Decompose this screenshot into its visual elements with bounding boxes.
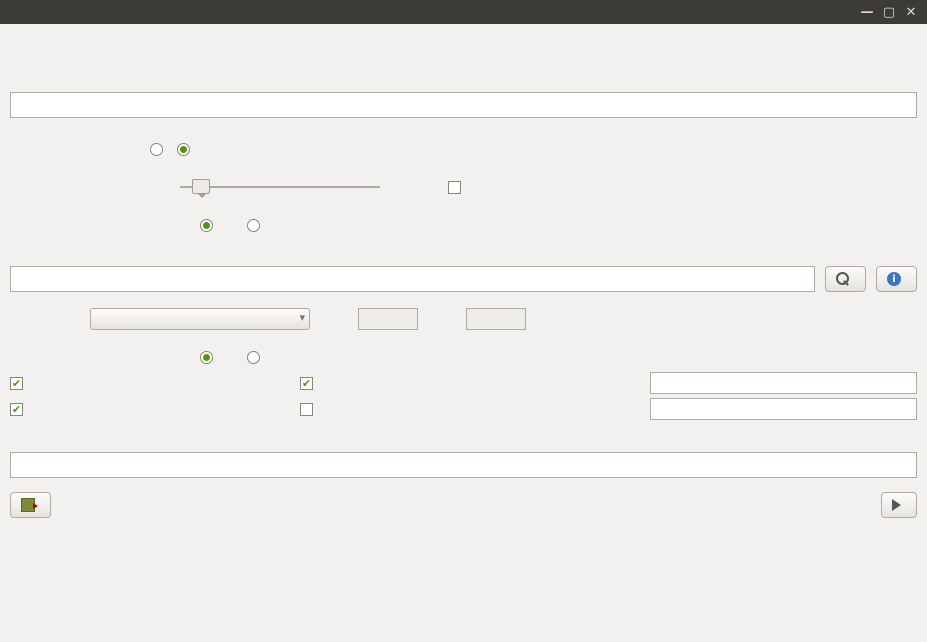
check-recursive[interactable] bbox=[300, 377, 520, 390]
checkbox-icon bbox=[10, 377, 23, 390]
radio-list-based[interactable] bbox=[200, 219, 217, 232]
slider-thumb-icon[interactable] bbox=[192, 179, 210, 194]
radio-get-only[interactable] bbox=[150, 143, 167, 156]
checkbox-icon bbox=[448, 181, 461, 194]
menu-bar bbox=[0, 24, 927, 48]
radio-url-fuzz[interactable] bbox=[247, 351, 264, 364]
radio-dot-icon bbox=[177, 143, 190, 156]
radio-dot-icon bbox=[200, 351, 213, 364]
file-ext-input[interactable] bbox=[650, 398, 917, 420]
checkbox-icon bbox=[300, 377, 313, 390]
radio-dot-icon bbox=[150, 143, 163, 156]
start-button[interactable] bbox=[881, 492, 917, 518]
min-length-input[interactable] bbox=[358, 308, 418, 330]
target-url-input[interactable] bbox=[10, 92, 917, 118]
radio-dot-icon bbox=[247, 351, 260, 364]
title-bar: — ▢ ✕ bbox=[0, 0, 927, 24]
exit-icon bbox=[21, 498, 35, 512]
check-blank-ext[interactable] bbox=[300, 403, 520, 416]
maximize-button[interactable]: ▢ bbox=[881, 4, 897, 20]
charset-combo[interactable] bbox=[90, 308, 310, 330]
dir-start-input[interactable] bbox=[650, 372, 917, 394]
radio-standard-start[interactable] bbox=[200, 351, 217, 364]
check-bf-files[interactable] bbox=[10, 403, 290, 416]
browse-button[interactable] bbox=[825, 266, 866, 292]
search-icon bbox=[836, 272, 850, 286]
radio-auto-switch[interactable] bbox=[177, 143, 194, 156]
checkbox-icon bbox=[300, 403, 313, 416]
minimize-button[interactable]: — bbox=[859, 4, 875, 20]
url-fuzz-input[interactable] bbox=[10, 452, 917, 478]
radio-dot-icon bbox=[200, 219, 213, 232]
checkbox-icon bbox=[10, 403, 23, 416]
radio-pure-brute[interactable] bbox=[247, 219, 264, 232]
list-info-button[interactable]: i bbox=[876, 266, 917, 292]
max-length-input[interactable] bbox=[466, 308, 526, 330]
threads-slider[interactable] bbox=[180, 179, 380, 195]
exit-button[interactable] bbox=[10, 492, 51, 518]
close-button[interactable]: ✕ bbox=[903, 4, 919, 20]
check-bf-dirs[interactable] bbox=[10, 377, 290, 390]
info-icon: i bbox=[887, 272, 901, 286]
radio-dot-icon bbox=[247, 219, 260, 232]
file-list-input[interactable] bbox=[10, 266, 815, 292]
check-go-faster[interactable] bbox=[448, 181, 465, 194]
play-icon bbox=[892, 499, 901, 511]
